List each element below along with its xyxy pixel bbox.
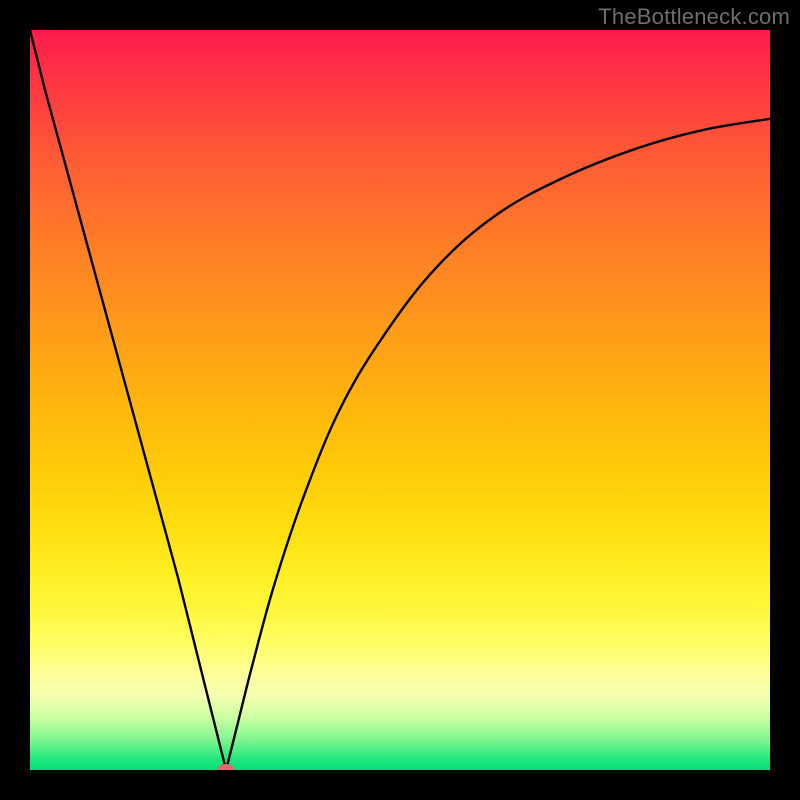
chart-frame: TheBottleneck.com bbox=[0, 0, 800, 800]
plot-area bbox=[30, 30, 770, 770]
optimum-marker bbox=[217, 764, 235, 770]
watermark-text: TheBottleneck.com bbox=[598, 4, 790, 30]
bottleneck-curve bbox=[30, 30, 770, 770]
